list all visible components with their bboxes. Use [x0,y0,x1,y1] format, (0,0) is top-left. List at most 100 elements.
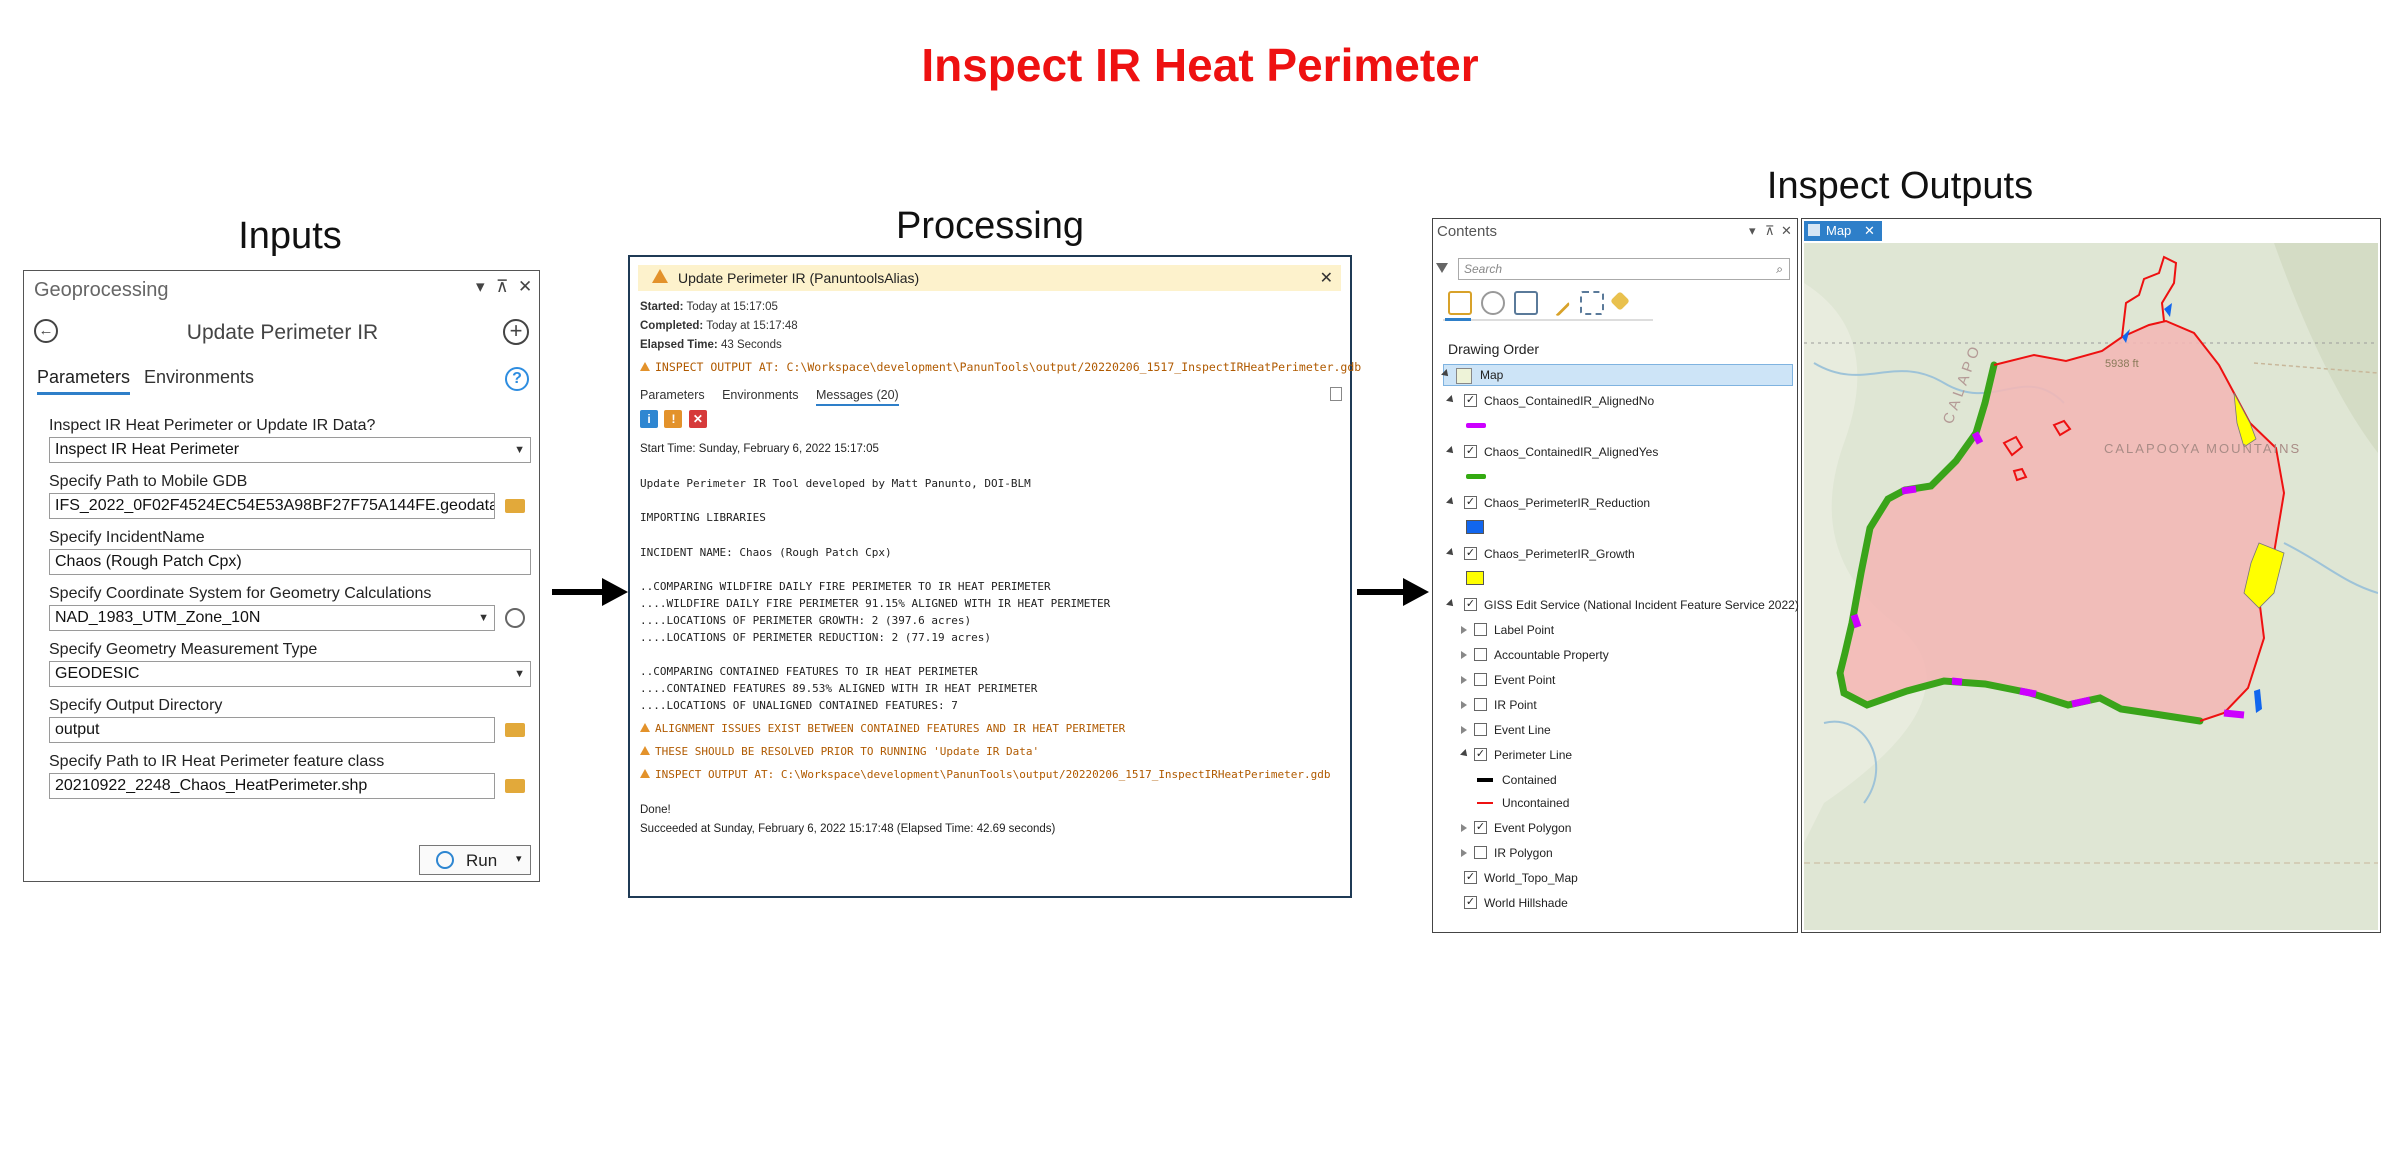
tab-environments[interactable]: Environments [722,388,798,402]
chevron-down-icon: ▼ [514,668,525,680]
incident-name-input[interactable]: Chaos (Rough Patch Cpx) [49,549,531,575]
expand-icon [1446,548,1456,558]
pin-icon[interactable]: ⊼ [496,277,508,297]
expand-icon [1446,395,1456,405]
layer-checkbox[interactable]: ✓ [1464,496,1477,509]
close-icon[interactable]: ✕ [518,277,532,297]
message-line: ....LOCATIONS OF PERIMETER GROWTH: 2 (39… [640,614,972,627]
param-label: Specify Output Directory [49,697,223,714]
layer-checkbox[interactable]: ✓ [1464,896,1477,909]
layer-checkbox[interactable]: ✓ [1474,748,1487,761]
mode-select[interactable]: Inspect IR Heat Perimeter ▼ [49,437,531,463]
info-filter-icon[interactable]: i [640,410,658,428]
chevron-down-icon[interactable]: ▾ [516,852,522,865]
drawing-order-icon[interactable] [1448,291,1472,315]
editing-icon[interactable] [1541,288,1571,317]
expand-icon [1461,726,1467,734]
folder-icon[interactable] [505,499,525,513]
layer-checkbox[interactable]: ✓ [1464,394,1477,407]
legend-swatch [1477,802,1493,804]
layer-checkbox[interactable] [1474,723,1487,736]
heat-perimeter-input[interactable]: 20210922_2248_Chaos_HeatPerimeter.shp [49,773,495,799]
contained-misaligned-segment [2223,709,2245,719]
close-icon[interactable]: ✕ [1320,268,1333,288]
tab-map[interactable]: Map ✕ [1804,221,1882,241]
layer-swatch [1466,520,1484,534]
expand-icon [1461,701,1467,709]
globe-icon[interactable] [505,608,525,628]
search-icon: ⌕ [1776,262,1783,276]
contained-misaligned-segment [2071,696,2091,708]
inputs-label: Inputs [238,215,342,257]
selection-icon[interactable] [1514,291,1538,315]
error-filter-icon[interactable]: ✕ [688,410,707,428]
contained-misaligned-segment [2019,687,2037,698]
message-line: ....WILDFIRE DAILY FIRE PERIMETER 91.15%… [640,597,1111,610]
layer-checkbox[interactable] [1474,623,1487,636]
labeling-icon[interactable] [1610,291,1630,311]
layer-checkbox[interactable] [1474,698,1487,711]
copy-icon[interactable] [1330,387,1342,401]
warning-filter-icon[interactable]: ! [664,410,683,428]
inspect-output-link[interactable]: INSPECT OUTPUT AT: C:\Workspace\developm… [640,360,1361,374]
chevron-down-icon: ▼ [514,444,525,456]
expand-icon [1446,497,1456,507]
message-line: IMPORTING LIBRARIES [640,511,766,524]
layer-swatch [1466,474,1486,479]
message-line: ....LOCATIONS OF UNALIGNED CONTAINED FEA… [640,699,958,712]
map-canvas[interactable]: 5938 ft CALAPOOYA MOUNTAINS CALAPO [1804,243,2378,930]
snapping-icon[interactable] [1580,291,1604,315]
gdb-path-input[interactable]: IFS_2022_0F02F4524EC54E53A98BF27F75A144F… [49,493,495,519]
contained-misaligned-segment [1971,431,1984,445]
tab-environments[interactable]: Environments [144,367,254,388]
expand-icon [1461,849,1467,857]
layer-checkbox[interactable] [1474,846,1487,859]
data-source-icon[interactable] [1481,291,1505,315]
tab-parameters[interactable]: Parameters [640,388,705,402]
layer-checkbox[interactable]: ✓ [1464,871,1477,884]
layer-checkbox[interactable]: ✓ [1464,547,1477,560]
play-icon [436,851,454,869]
filter-icon[interactable] [1436,263,1448,273]
expand-icon [1446,446,1456,456]
layer-checkbox[interactable]: ✓ [1464,445,1477,458]
measurement-type-select[interactable]: GEODESIC ▼ [49,661,531,687]
coordinate-system-select[interactable]: NAD_1983_UTM_Zone_10N ▼ [49,605,495,631]
expand-icon [1461,824,1467,832]
param-label: Specify IncidentName [49,529,205,546]
message-line: Update Perimeter IR Tool developed by Ma… [640,477,1031,490]
close-icon[interactable]: ✕ [1781,223,1792,239]
close-icon[interactable]: ✕ [1864,223,1875,239]
message-line: ..COMPARING WILDFIRE DAILY FIRE PERIMETE… [640,580,1051,593]
output-directory-input[interactable]: output [49,717,495,743]
warning-icon [652,269,668,283]
message-filters: i ! ✕ [640,410,709,428]
map-item[interactable]: Map [1441,364,1793,386]
map-icon [1456,368,1472,384]
layer-checkbox[interactable] [1474,673,1487,686]
tab-messages[interactable]: Messages (20) [816,388,899,406]
warning-icon [640,723,650,732]
search-input[interactable]: Search ⌕ [1458,258,1790,280]
warning-icon [640,769,650,778]
layer-checkbox[interactable]: ✓ [1464,598,1477,611]
pin-icon[interactable]: ⊼ [1765,223,1775,239]
contained-misaligned-segment [1901,485,1917,495]
processing-label: Processing [896,205,1084,247]
add-icon[interactable]: + [503,319,529,345]
help-icon[interactable]: ? [505,367,529,391]
param-label: Specify Coordinate System for Geometry C… [49,585,432,602]
folder-icon[interactable] [505,723,525,737]
run-button[interactable]: Run ▾ [419,845,531,875]
layer-checkbox[interactable] [1474,648,1487,661]
pane-options-icon[interactable]: ▾ [1749,223,1756,239]
folder-icon[interactable] [505,779,525,793]
tab-parameters[interactable]: Parameters [37,367,131,395]
pane-options-icon[interactable]: ▾ [476,277,485,297]
message-line: ....LOCATIONS OF PERIMETER REDUCTION: 2 … [640,631,991,644]
expand-icon [1461,651,1467,659]
chevron-down-icon: ▼ [478,612,489,624]
arrow-inputs-to-processing [552,578,628,606]
layer-checkbox[interactable]: ✓ [1474,821,1487,834]
inspect-output-link[interactable]: INSPECT OUTPUT AT: C:\Workspace\developm… [640,768,1331,781]
